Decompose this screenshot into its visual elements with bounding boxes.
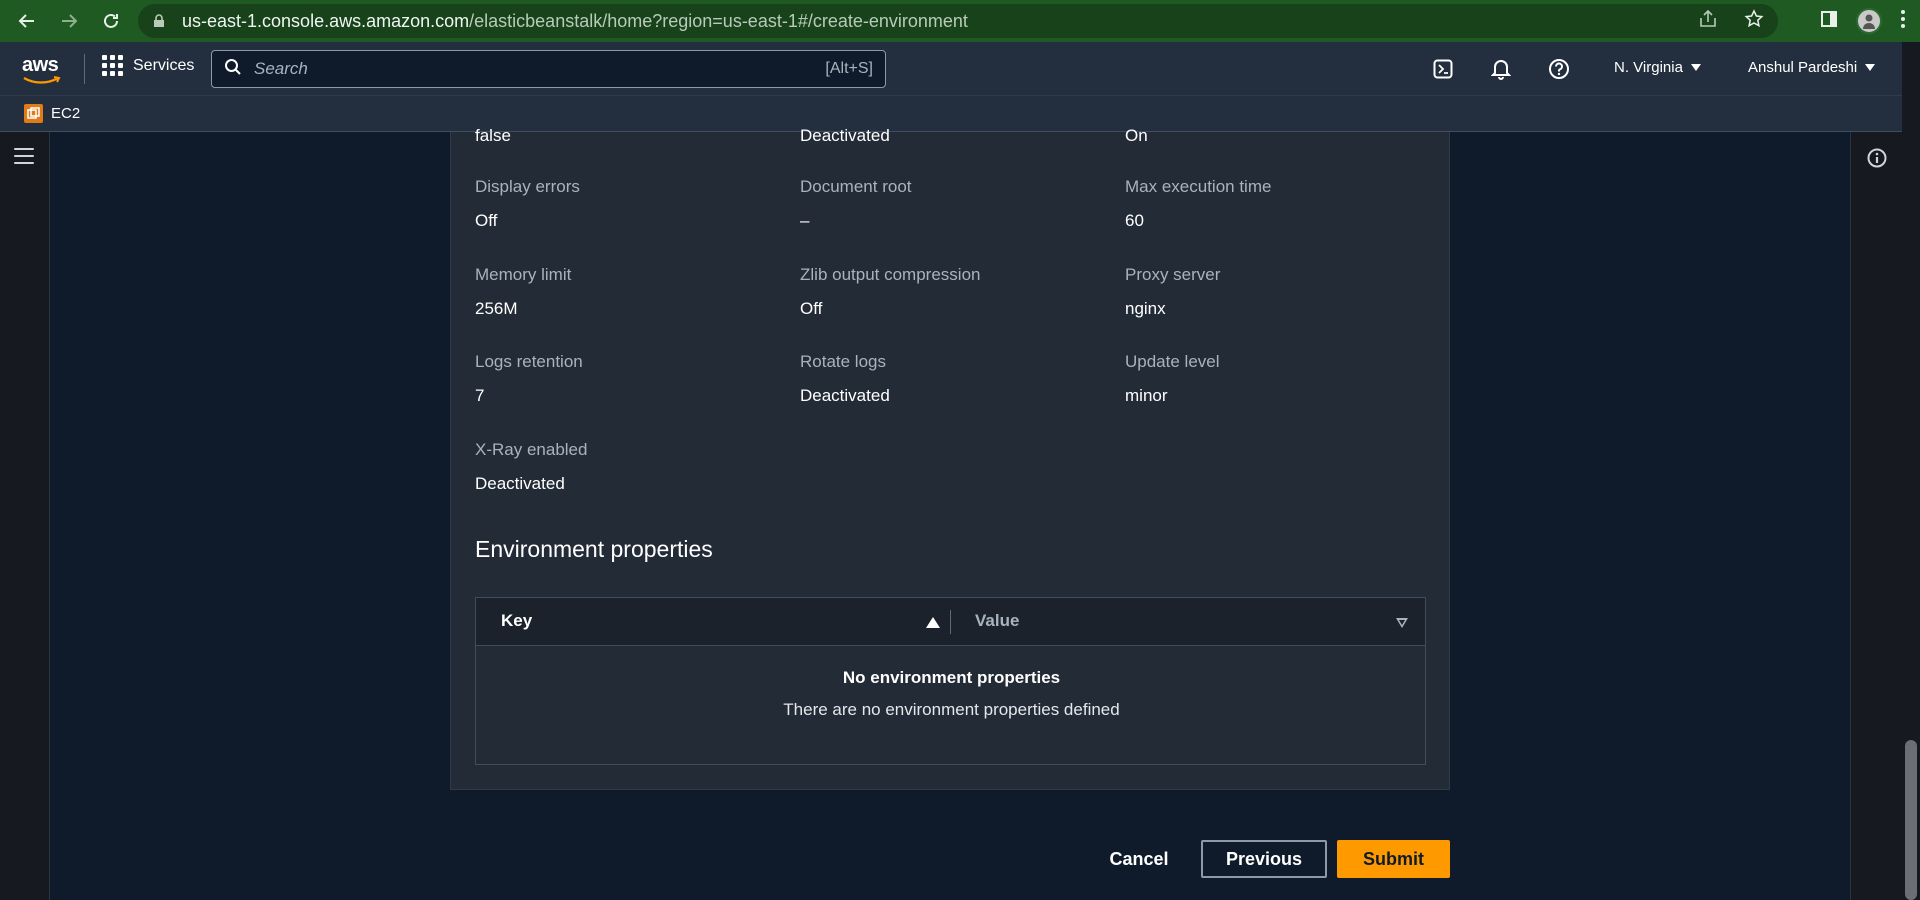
- chevron-down-icon: [1690, 64, 1701, 71]
- left-side-rail: [0, 132, 50, 900]
- setting-value: –: [800, 211, 810, 230]
- setting-key: Display errors: [475, 177, 580, 196]
- account-name: Anshul Pardeshi: [1748, 59, 1858, 76]
- scrollbar-thumb[interactable]: [1905, 740, 1917, 900]
- setting-update-level: Update level minor: [1125, 352, 1220, 406]
- url-host: us-east-1.console.aws.amazon.com: [182, 10, 470, 31]
- search-input[interactable]: Search [Alt+S]: [211, 50, 886, 88]
- setting-item: false: [475, 126, 511, 146]
- services-menu-button[interactable]: Services: [102, 55, 194, 76]
- chevron-down-icon: [1865, 64, 1876, 71]
- column-header-key[interactable]: Key: [501, 611, 532, 631]
- setting-key: Logs retention: [475, 352, 583, 371]
- submit-button[interactable]: Submit: [1337, 840, 1450, 878]
- setting-value: Off: [475, 211, 498, 230]
- aws-top-nav: aws Services Search [Alt+S] N. Virginia …: [0, 42, 1920, 95]
- right-side-rail: [1850, 132, 1902, 900]
- column-divider: [950, 610, 951, 634]
- section-title: Environment properties: [475, 536, 713, 562]
- setting-rotate-logs: Rotate logs Deactivated: [800, 352, 890, 406]
- setting-key: X-Ray enabled: [475, 440, 588, 459]
- column-header-value[interactable]: Value: [975, 611, 1019, 631]
- setting-value: Deactivated: [800, 386, 890, 405]
- setting-logs-retention: Logs retention 7: [475, 352, 583, 406]
- url-path: /elasticbeanstalk/home?region=us-east-1#…: [469, 10, 968, 31]
- setting-key: Update level: [1125, 352, 1220, 371]
- hamburger-menu-icon[interactable]: [14, 148, 34, 169]
- setting-zlib-compression: Zlib output compression Off: [800, 265, 980, 319]
- back-arrow-icon[interactable]: [12, 6, 42, 36]
- address-bar[interactable]: us-east-1.console.aws.amazon.com/elastic…: [138, 4, 1778, 38]
- share-icon[interactable]: [1698, 9, 1718, 33]
- info-panel-icon[interactable]: [1867, 148, 1887, 173]
- bookmark-star-icon[interactable]: [1744, 8, 1764, 34]
- setting-value: minor: [1125, 386, 1168, 405]
- setting-value: Deactivated: [800, 126, 890, 145]
- forward-arrow-icon[interactable]: [54, 6, 84, 36]
- browser-toolbar: us-east-1.console.aws.amazon.com/elastic…: [0, 0, 1920, 42]
- apps-grid-icon: [102, 55, 123, 76]
- setting-value: nginx: [1125, 299, 1166, 318]
- services-label: Services: [133, 56, 195, 74]
- profile-avatar[interactable]: [1856, 8, 1882, 34]
- setting-value: false: [475, 126, 511, 145]
- setting-key: Document root: [800, 177, 912, 196]
- setting-value: 7: [475, 386, 485, 405]
- empty-state-title: No environment properties: [842, 668, 1061, 687]
- nav-divider: [84, 54, 85, 84]
- favorite-label: EC2: [51, 105, 81, 122]
- setting-max-execution-time: Max execution time 60: [1125, 177, 1271, 231]
- setting-key: Proxy server: [1125, 265, 1221, 284]
- reload-icon[interactable]: [96, 6, 126, 36]
- setting-item: Deactivated: [800, 126, 890, 146]
- aws-logo-text: aws: [22, 54, 59, 76]
- setting-key: Memory limit: [475, 265, 572, 284]
- search-placeholder: Search: [254, 59, 308, 78]
- region-selector[interactable]: N. Virginia: [1614, 59, 1701, 76]
- setting-item: On: [1125, 126, 1148, 146]
- browser-menu-icon[interactable]: [1900, 9, 1906, 34]
- setting-key: Rotate logs: [800, 352, 886, 371]
- favorite-ec2[interactable]: EC2: [24, 104, 80, 123]
- ec2-service-icon: [24, 104, 43, 123]
- favorites-bar: EC2: [0, 95, 1920, 132]
- setting-display-errors: Display errors Off: [475, 177, 580, 231]
- lock-icon: [152, 14, 166, 28]
- setting-proxy-server: Proxy server nginx: [1125, 265, 1220, 319]
- setting-xray-enabled: X-Ray enabled Deactivated: [475, 440, 587, 494]
- setting-key: Max execution time: [1125, 177, 1272, 196]
- sort-ascending-icon[interactable]: [926, 617, 940, 628]
- region-label: N. Virginia: [1614, 59, 1683, 76]
- setting-value: Off: [800, 299, 823, 318]
- setting-value: On: [1125, 126, 1148, 145]
- table-header: Key Value: [476, 598, 1425, 646]
- aws-logo[interactable]: aws: [22, 54, 62, 84]
- sort-descending-icon[interactable]: [1396, 618, 1408, 628]
- account-menu[interactable]: Anshul Pardeshi: [1748, 59, 1876, 76]
- previous-button[interactable]: Previous: [1201, 840, 1327, 878]
- cancel-button[interactable]: Cancel: [1109, 840, 1169, 878]
- side-panel-icon[interactable]: [1820, 10, 1838, 33]
- page-scrollbar[interactable]: [1902, 42, 1920, 900]
- setting-value: 256M: [475, 299, 518, 318]
- setting-value: Deactivated: [475, 474, 565, 493]
- setting-memory-limit: Memory limit 256M: [475, 265, 571, 319]
- search-icon: [224, 58, 242, 81]
- setting-key: Zlib output compression: [800, 265, 981, 284]
- review-settings-card: false Deactivated On Display errors Off …: [450, 126, 1450, 790]
- setting-value: 60: [1125, 211, 1144, 230]
- cloudshell-icon[interactable]: [1428, 54, 1458, 84]
- notifications-bell-icon[interactable]: [1486, 54, 1516, 84]
- help-icon[interactable]: [1544, 54, 1574, 84]
- empty-state-subtitle: There are no environment properties defi…: [783, 700, 1120, 719]
- setting-document-root: Document root –: [800, 177, 912, 231]
- env-properties-table: Key Value No environment properties Ther…: [475, 597, 1426, 765]
- search-shortcut: [Alt+S]: [825, 60, 873, 77]
